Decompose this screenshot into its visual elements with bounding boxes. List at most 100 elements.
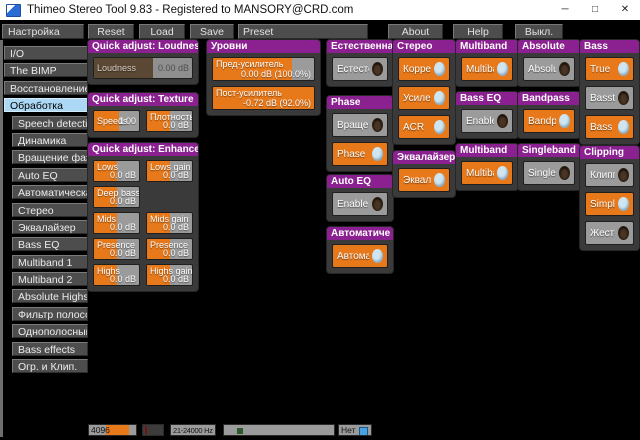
- slider-speeds[interactable]: Speeds 1.00: [93, 110, 140, 132]
- slider-lows-gain[interactable]: Lows gain 0.0 dB: [146, 160, 193, 182]
- toggle-усилен[interactable]: Усилен: [398, 86, 450, 110]
- toggle-true[interactable]: True: [585, 57, 634, 81]
- slider-value: 0.0 dB: [109, 222, 136, 232]
- slider-loudness[interactable]: Loudness 0.00 dB: [93, 57, 193, 79]
- slider-presence[interactable]: Presence 0.0 dB: [146, 238, 193, 260]
- toggle-label: Enable: [466, 115, 494, 127]
- sidebar-item-multiband-1[interactable]: Multiband 1: [12, 254, 88, 269]
- sidebar-item-динамика[interactable]: Динамика: [12, 132, 88, 147]
- sidebar-item-автоматическая[interactable]: Автоматическая: [12, 185, 88, 200]
- sidebar-item-bass-effects[interactable]: Bass effects: [12, 341, 88, 356]
- sidebar-item-absolute-highs[interactable]: Absolute Highs: [12, 289, 88, 304]
- off-button[interactable]: Выкл.: [515, 24, 563, 39]
- toggle-basstar[interactable]: Basstar: [585, 86, 634, 110]
- slider-value: 0.00 dB: [157, 63, 189, 73]
- sidebar-scrollbar[interactable]: [0, 40, 3, 437]
- toggle-knob: [434, 91, 445, 105]
- reset-button[interactable]: Reset: [88, 24, 134, 39]
- sidebar-item-multiband-2[interactable]: Multiband 2: [12, 272, 88, 287]
- sidebar-item-огр-и-клип[interactable]: Огр. и Клип.: [12, 359, 88, 374]
- sidebar-item-i-o[interactable]: I/O: [4, 46, 88, 60]
- toggle-singleba[interactable]: Singleba: [523, 161, 575, 185]
- panel-body: Singleba: [518, 157, 580, 190]
- toggle-жестко[interactable]: Жестко: [585, 221, 634, 245]
- sidebar-item-фильтр-полосовой[interactable]: Фильтр полосовой: [12, 306, 88, 321]
- green-marker-icon: [237, 428, 243, 434]
- slider-presence[interactable]: Presence 0.0 dB: [93, 238, 140, 260]
- panel-автоматиче: Автоматиче Автома: [327, 227, 393, 273]
- toggle-label: Simple: [590, 198, 615, 210]
- load-button[interactable]: Load: [139, 24, 185, 39]
- toggle-bandpas[interactable]: Bandpas: [523, 109, 575, 133]
- fft-size-slider[interactable]: 4096: [88, 424, 137, 436]
- toggle-knob: [559, 62, 570, 76]
- toggle-естесте[interactable]: Естесте: [332, 57, 388, 81]
- help-button[interactable]: Help: [453, 24, 503, 39]
- save-button[interactable]: Save: [190, 24, 234, 39]
- sidebar-header-nastroyka[interactable]: Настройка: [2, 24, 84, 39]
- slider-label: Loudness: [97, 63, 137, 73]
- panel-phase: Phase Вращен Phase: [327, 96, 393, 171]
- sidebar-item-восстановление[interactable]: Восстановление: [4, 80, 88, 95]
- panel-quick-adjust-texture: Quick adjust: Texture Speeds 1.00 Плотность…: [88, 93, 198, 137]
- sidebar-item-the-bimp[interactable]: The BIMP: [4, 63, 88, 78]
- panel-body: Absolute: [518, 53, 580, 86]
- slider-highs[interactable]: Highs 0.0 dB: [93, 264, 140, 286]
- panel-body: Multiban: [456, 157, 518, 190]
- toggle-knob: [434, 62, 445, 76]
- sidebar-item-auto-eq[interactable]: Auto EQ: [12, 167, 88, 182]
- toggle-эквала[interactable]: Эквала: [398, 168, 450, 192]
- slider-плотность[interactable]: Плотность 0.0 dB: [146, 110, 193, 132]
- minimize-button[interactable]: ─: [550, 0, 580, 20]
- sidebar-item-speech-detection[interactable]: Speech detection: [12, 115, 88, 130]
- slider-highs-gain[interactable]: Highs gain 0.0 dB: [146, 264, 193, 286]
- slider-mids-gain[interactable]: Mids gain 0.0 dB: [146, 212, 193, 234]
- sidebar-item-эквалайзер[interactable]: Эквалайзер: [12, 219, 88, 234]
- toggle-enable[interactable]: Enable: [461, 109, 513, 133]
- panel-absolute: Absolute Absolute: [518, 40, 580, 86]
- toggle-simple[interactable]: Simple: [585, 192, 634, 216]
- toggle-автома[interactable]: Автома: [332, 244, 388, 268]
- toggle-knob: [434, 120, 445, 134]
- slider-deep-bass[interactable]: Deep bass 0.0 dB: [93, 186, 140, 208]
- toggle-label: Естесте: [337, 63, 369, 75]
- slider-пред-усилитель[interactable]: Пред-усилитель 0.00 dB (100.0%): [212, 57, 315, 81]
- panel-body: Multiban: [456, 53, 518, 86]
- slider-value: -0.72 dB (92.0%): [242, 98, 311, 108]
- about-button[interactable]: About: [388, 24, 443, 39]
- panel-bandpass: Bandpass Bandpas: [518, 92, 580, 138]
- toggle-bass[interactable]: Bass: [585, 115, 634, 139]
- toggle-knob: [618, 62, 629, 76]
- toggle-вращен[interactable]: Вращен: [332, 113, 388, 137]
- frequency-range-button[interactable]: 21-24000 Hz: [170, 424, 216, 436]
- panel-body: Enable: [327, 188, 393, 221]
- mono-toggle[interactable]: Нет: [338, 424, 372, 436]
- preset-field[interactable]: Preset: [238, 24, 368, 39]
- sidebar-item-однополосный[interactable]: Однополосный: [12, 324, 88, 339]
- latency-slider[interactable]: [142, 424, 164, 436]
- slider-lows[interactable]: Lows 0.0 dB: [93, 160, 140, 182]
- toggle-multiban[interactable]: Multiban: [461, 161, 513, 185]
- sidebar-item-bass-eq[interactable]: Bass EQ: [12, 237, 88, 252]
- toggle-phase[interactable]: Phase: [332, 142, 388, 166]
- toggle-label: Вращен: [337, 119, 369, 131]
- slider-value: 0.0 dB: [109, 170, 136, 180]
- toggle-knob: [372, 147, 383, 161]
- maximize-button[interactable]: □: [580, 0, 610, 20]
- panel-multiband: Multiband Multiban: [456, 40, 518, 86]
- slider-mids[interactable]: Mids 0.0 dB: [93, 212, 140, 234]
- toggle-клиппе[interactable]: Клиппе: [585, 163, 634, 187]
- toggle-multiban[interactable]: Multiban: [461, 57, 513, 81]
- toggle-knob: [372, 118, 383, 132]
- close-button[interactable]: ✕: [610, 0, 640, 20]
- toggle-label: Multiban: [466, 167, 494, 179]
- toggle-enable[interactable]: Enable: [332, 192, 388, 216]
- toggle-коррек[interactable]: Коррек: [398, 57, 450, 81]
- slider-пост-усилитель[interactable]: Пост-усилитель -0.72 dB (92.0%): [212, 86, 315, 110]
- sidebar-item-вращение-фазы[interactable]: Вращение фазы: [12, 150, 88, 165]
- sidebar-item-стерео[interactable]: Стерео: [12, 202, 88, 217]
- sidebar-item-обработка[interactable]: Обработка: [4, 98, 88, 113]
- toggle-knob: [497, 62, 508, 76]
- toggle-acr[interactable]: ACR: [398, 115, 450, 139]
- toggle-absolute[interactable]: Absolute: [523, 57, 575, 81]
